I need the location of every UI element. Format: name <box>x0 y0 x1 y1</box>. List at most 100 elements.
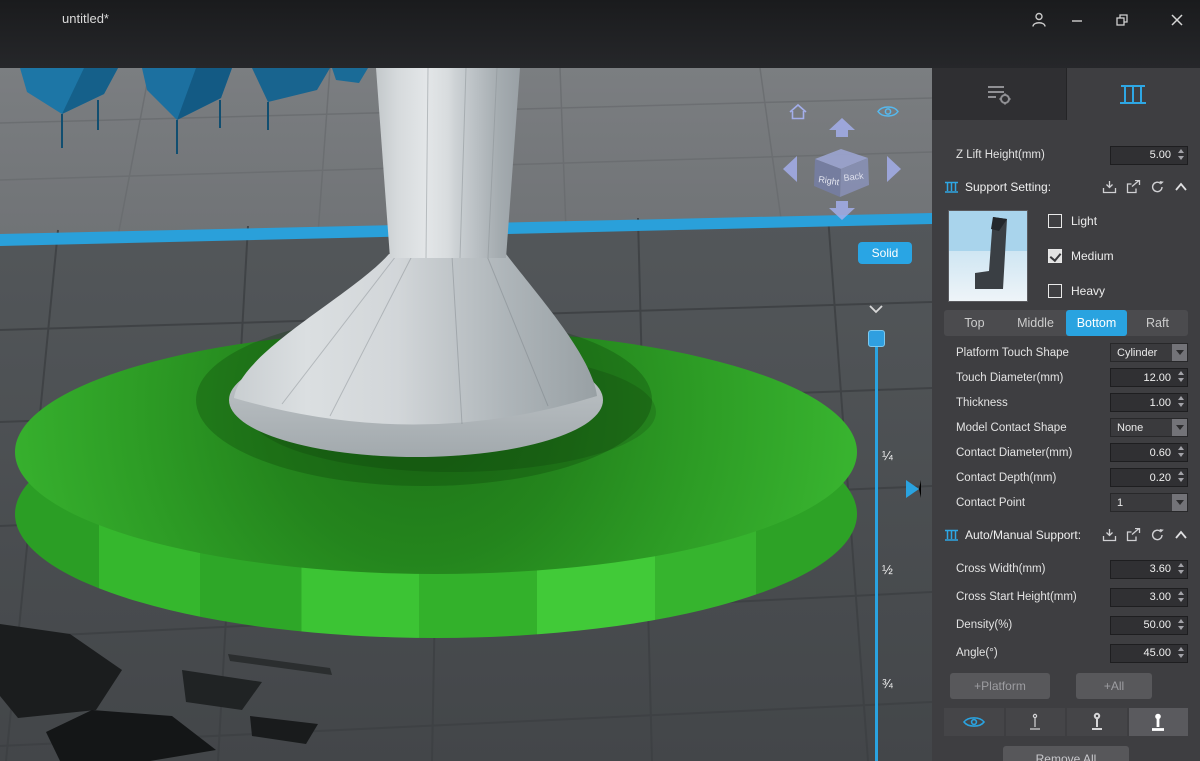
contact-depth-input[interactable] <box>1110 468 1188 487</box>
rotate-down-arrow[interactable] <box>829 201 855 220</box>
chevron-down-icon[interactable] <box>868 304 884 314</box>
collapse-support-setting-button[interactable] <box>1174 182 1188 192</box>
import-support-button[interactable] <box>1102 528 1117 542</box>
thickness-input[interactable] <box>1110 393 1188 412</box>
import-icon <box>1102 180 1117 194</box>
slider-mark-quarter: ¼ <box>882 448 893 463</box>
add-heavy-support-button[interactable] <box>1129 708 1189 736</box>
checkbox-medium[interactable]: Medium <box>1048 249 1114 263</box>
support-pillars-icon <box>1117 81 1149 107</box>
panel-collapse-arrow[interactable] <box>906 480 921 498</box>
viewport: Right Back Solid ¼ ½ ¾ <box>0 68 932 761</box>
restore-icon <box>1115 13 1129 27</box>
spinner[interactable] <box>1178 563 1184 574</box>
tab-settings[interactable] <box>932 68 1067 120</box>
dropdown-arrow-icon[interactable] <box>1172 419 1187 436</box>
medium-checkbox[interactable] <box>1048 249 1062 263</box>
angle-input[interactable] <box>1110 644 1188 663</box>
density-input[interactable] <box>1110 616 1188 635</box>
eye-icon <box>963 715 985 729</box>
view-cube-widget: Right Back <box>775 94 910 226</box>
chevron-up-icon <box>1174 530 1188 540</box>
cross-width-input[interactable] <box>1110 560 1188 579</box>
density-options: Light Medium Heavy <box>1048 210 1114 302</box>
panel-body: Z Lift Height(mm) Support Setting: <box>932 120 1200 761</box>
support-pillars-icon <box>944 528 959 542</box>
support-setting-header: Support Setting: <box>944 176 1188 198</box>
spinner[interactable] <box>1178 396 1184 407</box>
cross-start-height-input[interactable] <box>1110 588 1188 607</box>
support-heavy-icon <box>1148 712 1168 732</box>
tab-middle[interactable]: Middle <box>1005 310 1066 336</box>
import-profile-button[interactable] <box>1102 180 1117 194</box>
reset-settings-button[interactable] <box>1150 180 1165 194</box>
dropdown-arrow-icon[interactable] <box>1172 344 1187 361</box>
support-preview-image <box>948 210 1028 302</box>
support-pillars-icon <box>944 180 959 194</box>
model-contact-shape-select[interactable]: None <box>1110 418 1188 437</box>
user-icon <box>1030 11 1048 29</box>
support-action-buttons: +Platform +All <box>944 673 1188 699</box>
spinner[interactable] <box>1178 591 1184 602</box>
toggle-support-visibility-button[interactable] <box>944 708 1004 736</box>
dropdown-arrow-icon[interactable] <box>1172 494 1187 511</box>
checkbox-light[interactable]: Light <box>1048 214 1114 228</box>
support-preview-block: Light Medium Heavy <box>944 210 1188 302</box>
tab-bottom[interactable]: Bottom <box>1066 310 1127 336</box>
minimize-button[interactable] <box>1062 8 1092 32</box>
add-all-support-button[interactable]: +All <box>1076 673 1152 699</box>
collapse-auto-manual-button[interactable] <box>1174 530 1188 540</box>
platform-touch-shape-select[interactable]: Cylinder <box>1110 343 1188 362</box>
rotate-up-arrow[interactable] <box>829 118 855 137</box>
export-support-button[interactable] <box>1126 528 1141 542</box>
view-cube[interactable]: Right Back <box>775 116 910 226</box>
tab-support[interactable] <box>1067 68 1200 120</box>
remove-all-button[interactable]: Remove All <box>1003 746 1129 761</box>
z-lift-height-input[interactable] <box>1110 146 1188 165</box>
add-medium-support-button[interactable] <box>1067 708 1127 736</box>
support-panel: Z Lift Height(mm) Support Setting: <box>932 68 1200 761</box>
spinner[interactable] <box>1178 471 1184 482</box>
contact-diameter-input[interactable] <box>1110 443 1188 462</box>
spinner[interactable] <box>1178 149 1184 160</box>
panel-tab-bar <box>932 68 1200 120</box>
import-icon <box>1102 528 1117 542</box>
support-medium-icon <box>1087 712 1107 732</box>
rotate-left-arrow[interactable] <box>783 156 797 182</box>
slider-mark-three-quarter: ¾ <box>882 676 893 691</box>
z-lift-height-value[interactable] <box>1111 147 1187 164</box>
tab-raft[interactable]: Raft <box>1127 310 1188 336</box>
add-platform-support-button[interactable]: +Platform <box>950 673 1050 699</box>
light-checkbox[interactable] <box>1048 214 1062 228</box>
spinner[interactable] <box>1178 446 1184 457</box>
heavy-checkbox[interactable] <box>1048 284 1062 298</box>
support-light-icon <box>1025 712 1045 732</box>
close-button[interactable] <box>1162 8 1192 32</box>
layer-slider-handle[interactable] <box>868 330 885 347</box>
export-icon <box>1126 528 1141 542</box>
export-icon <box>1126 180 1141 194</box>
restore-button[interactable] <box>1107 8 1137 32</box>
contact-point-select[interactable]: 1 <box>1110 493 1188 512</box>
spinner[interactable] <box>1178 371 1184 382</box>
auto-params: Cross Width(mm) Cross Start Height(mm) D… <box>944 555 1188 667</box>
export-profile-button[interactable] <box>1126 180 1141 194</box>
auto-manual-support-title: Auto/Manual Support: <box>965 528 1081 542</box>
reset-icon <box>1150 528 1165 542</box>
spinner[interactable] <box>1178 619 1184 630</box>
render-mode-solid-button[interactable]: Solid <box>858 242 912 264</box>
close-icon <box>1170 13 1184 27</box>
support-tool-row <box>944 708 1188 736</box>
tab-top[interactable]: Top <box>944 310 1005 336</box>
user-account-button[interactable] <box>1024 8 1054 32</box>
rotate-right-arrow[interactable] <box>887 156 901 182</box>
touch-diameter-input[interactable] <box>1110 368 1188 387</box>
chevron-up-icon <box>1174 182 1188 192</box>
add-light-support-button[interactable] <box>1006 708 1066 736</box>
reset-support-button[interactable] <box>1150 528 1165 542</box>
support-setting-title: Support Setting: <box>965 180 1051 194</box>
checkbox-heavy[interactable]: Heavy <box>1048 284 1114 298</box>
auto-manual-support-header: Auto/Manual Support: <box>944 523 1188 547</box>
layer-slider-track[interactable] <box>875 330 878 761</box>
spinner[interactable] <box>1178 647 1184 658</box>
